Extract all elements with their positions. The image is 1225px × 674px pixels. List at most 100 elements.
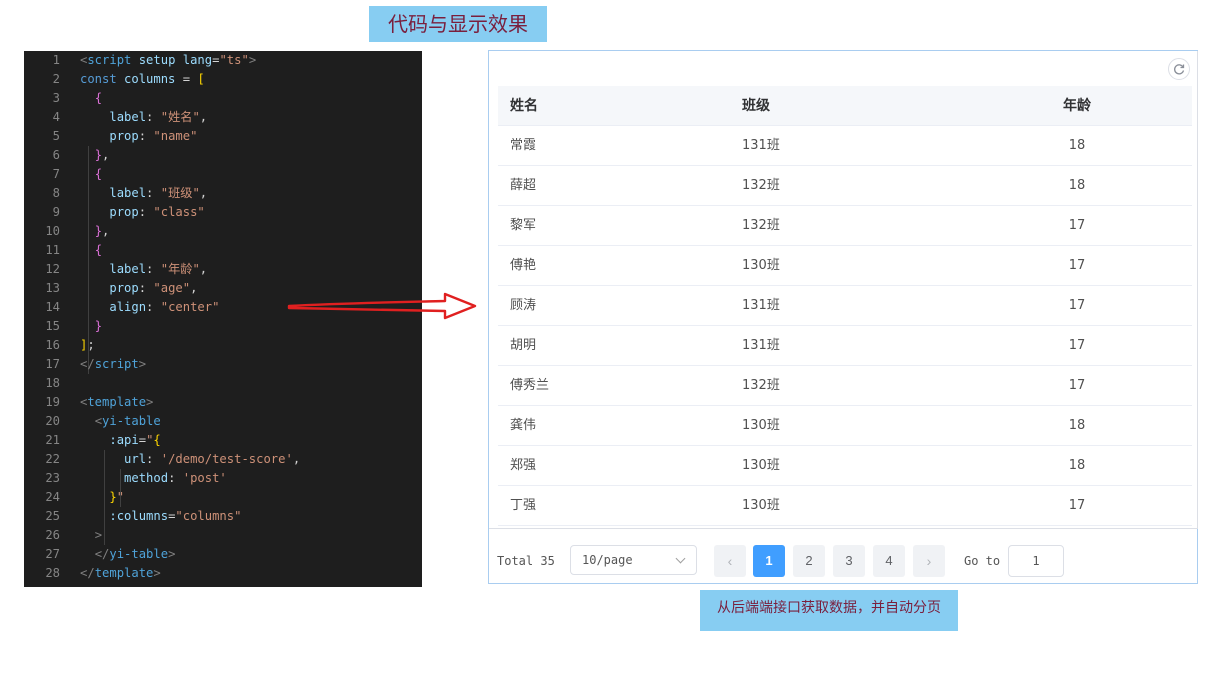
line-number: 4	[52, 110, 60, 124]
cell-name: 常霞	[510, 138, 537, 153]
code-text: url: '/demo/test-score',	[124, 452, 301, 466]
page-button-4[interactable]: 4	[873, 545, 905, 577]
line-number: 11	[45, 243, 60, 257]
cell-age: 18	[1068, 178, 1086, 193]
code-text: <yi-table	[94, 414, 161, 428]
code-line: 3 {	[24, 89, 422, 108]
code-line: 10 },	[24, 222, 422, 241]
code-line: 17 </script>	[24, 355, 422, 374]
table-row: 龚伟 130班 18	[498, 406, 1192, 446]
line-number: 9	[52, 205, 60, 219]
code-text: label: "姓名",	[109, 110, 208, 124]
code-text: >	[94, 528, 103, 542]
next-page-button[interactable]: ›	[913, 545, 945, 577]
code-line: 6 },	[24, 146, 422, 165]
cell-name: 薛超	[510, 178, 537, 193]
code-text: </script>	[80, 357, 147, 371]
cell-age: 18	[1068, 138, 1086, 153]
prev-page-button[interactable]: ‹	[714, 545, 746, 577]
code-line: 9 prop: "class"	[24, 203, 422, 222]
table-row: 薛超 132班 18	[498, 166, 1192, 206]
cell-class: 131班	[742, 338, 780, 353]
total-count: Total 35	[497, 554, 555, 568]
cell-name: 黎军	[510, 218, 537, 233]
code-text: align: "center"	[109, 300, 220, 314]
line-number: 21	[45, 433, 60, 447]
line-number: 3	[52, 91, 60, 105]
line-number: 28	[45, 566, 60, 580]
line-number: 16	[45, 338, 60, 352]
cell-class: 132班	[742, 178, 780, 193]
cell-name: 丁强	[510, 498, 537, 513]
line-number: 25	[45, 509, 60, 523]
line-number: 10	[45, 224, 60, 238]
code-line: 7 {	[24, 165, 422, 184]
line-number: 8	[52, 186, 60, 200]
code-line: 26 >	[24, 526, 422, 545]
column-header-age: 年龄	[1063, 98, 1091, 114]
code-line: 11 {	[24, 241, 422, 260]
code-line: 18	[24, 374, 422, 393]
line-number: 5	[52, 129, 60, 143]
cell-name: 龚伟	[510, 418, 537, 433]
line-number: 14	[45, 300, 60, 314]
code-text: prop: "age",	[109, 281, 198, 295]
line-number: 1	[52, 53, 60, 67]
table-row: 丁强 130班 17	[498, 486, 1192, 526]
code-line: 25 :columns="columns"	[24, 507, 422, 526]
code-line: 27 </yi-table>	[24, 545, 422, 564]
code-line: 4 label: "姓名",	[24, 108, 422, 127]
code-line: 20 <yi-table	[24, 412, 422, 431]
page-size-select[interactable]: 10/page	[570, 545, 697, 575]
code-text: },	[94, 224, 110, 238]
code-text: label: "年龄",	[109, 262, 208, 276]
code-text: {	[94, 243, 103, 257]
chevron-down-icon	[675, 553, 686, 564]
table-row: 傅艳 130班 17	[498, 246, 1192, 286]
cell-age: 17	[1068, 378, 1086, 393]
code-text: prop: "name"	[109, 129, 198, 143]
page-button-1[interactable]: 1	[753, 545, 785, 577]
cell-class: 132班	[742, 218, 780, 233]
line-number: 23	[45, 471, 60, 485]
line-number: 7	[52, 167, 60, 181]
code-text: {	[94, 167, 103, 181]
code-line: 22 url: '/demo/test-score',	[24, 450, 422, 469]
cell-age: 17	[1068, 218, 1086, 233]
line-number: 17	[45, 357, 60, 371]
pagination: Total 35 10/page ‹ 1 2 3 4 › Go to 1	[489, 544, 1197, 578]
cell-age: 18	[1068, 458, 1086, 473]
code-line: 24 }"	[24, 488, 422, 507]
code-line: 19 <template>	[24, 393, 422, 412]
code-text: method: 'post'	[124, 471, 227, 485]
line-number: 22	[45, 452, 60, 466]
code-line: 8 label: "班级",	[24, 184, 422, 203]
page-button-3[interactable]: 3	[833, 545, 865, 577]
cell-name: 胡明	[510, 338, 537, 353]
cell-class: 130班	[742, 258, 780, 273]
cell-name: 郑强	[510, 458, 537, 473]
code-text: prop: "class"	[109, 205, 205, 219]
line-number: 27	[45, 547, 60, 561]
refresh-button[interactable]	[1168, 58, 1190, 80]
code-text: </yi-table>	[94, 547, 176, 561]
cell-class: 131班	[742, 138, 780, 153]
table-row: 黎军 132班 17	[498, 206, 1192, 246]
code-text: <template>	[80, 395, 154, 409]
data-table: 姓名 班级 年龄 常霞 131班 18 薛超 132班 18 黎军 132班 17 傅艳 13…	[498, 86, 1192, 526]
code-line: 21 :api="{	[24, 431, 422, 450]
cell-name: 傅艳	[510, 258, 537, 273]
cell-class: 131班	[742, 298, 780, 313]
title-banner: 代码与显示效果	[369, 6, 547, 42]
goto-page-input[interactable]: 1	[1008, 545, 1064, 577]
code-line: 2 const columns = [	[24, 70, 422, 89]
table-row: 顾涛 131班 17	[498, 286, 1192, 326]
line-number: 24	[45, 490, 60, 504]
cell-age: 17	[1068, 298, 1086, 313]
line-number: 2	[52, 72, 60, 86]
column-header-class: 班级	[742, 98, 770, 114]
page-button-2[interactable]: 2	[793, 545, 825, 577]
code-text: }	[94, 319, 103, 333]
cell-age: 18	[1068, 418, 1086, 433]
code-text: :columns="columns"	[109, 509, 242, 523]
